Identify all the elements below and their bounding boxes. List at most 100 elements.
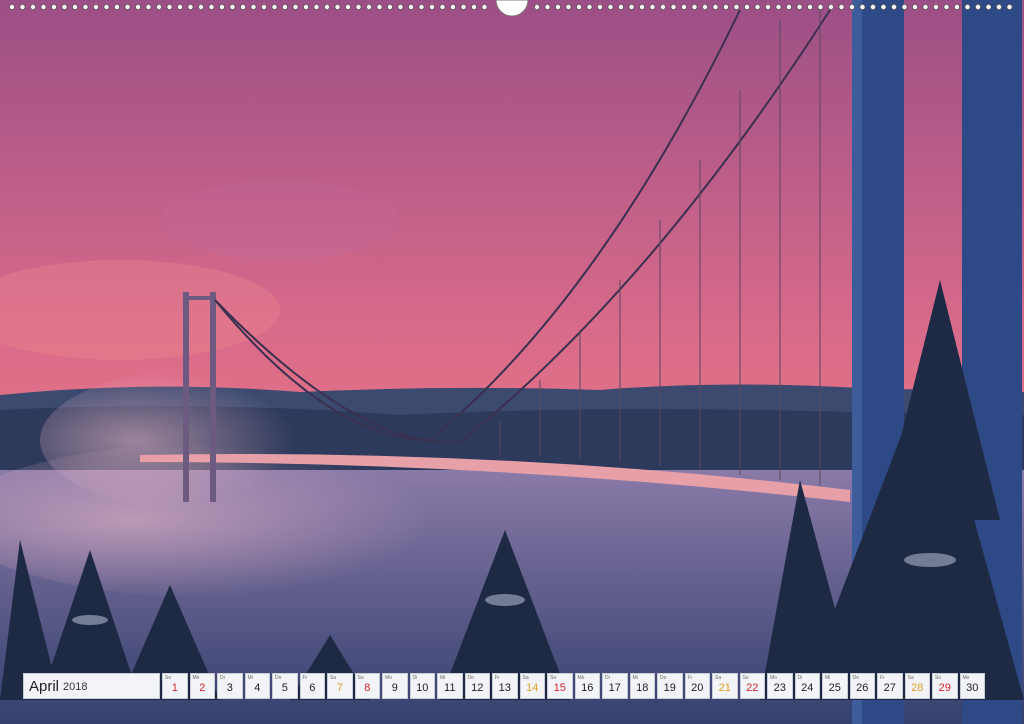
day-number: 4 [254,682,261,694]
weekday-label: Fr [302,675,308,681]
day-cell: So 1 [162,673,188,699]
day-number: 29 [938,682,951,694]
binding-ring [103,4,110,10]
weekday-label: Do [852,675,859,681]
day-cell: Mo 2 [189,673,215,699]
weekday-label: Mo [962,675,970,681]
day-cells: So 1 Mo 2 Di 3 Mi 4 Do 5 Fr 6 Sa 7 So 8 Mo 9 Di 10 Mi 11 Do 12 F… [162,673,985,699]
spiral-binding [8,0,1013,16]
binding-ring [597,4,604,10]
day-cell: Mo 16 [574,673,600,699]
day-number: 3 [226,682,233,694]
binding-ring [407,4,414,10]
binding-ring [744,4,751,10]
day-number: 9 [391,682,398,694]
day-cell: Fr 6 [299,673,325,699]
binding-ring [260,4,267,10]
day-cell: Di 10 [409,673,435,699]
binding-ring [82,4,89,10]
day-number: 8 [364,682,371,694]
day-number: 14 [526,682,539,694]
binding-ring [334,4,341,10]
day-cell: Sa 28 [904,673,930,699]
binding-ring [439,4,446,10]
day-number: 7 [336,682,343,694]
day-number: 25 [828,682,841,694]
binding-ring [250,4,257,10]
binding-ring [418,4,425,10]
day-cell: Fr 20 [684,673,710,699]
day-number: 10 [416,682,429,694]
binding-ring [218,4,225,10]
weekday-label: Sa [522,675,529,681]
day-number: 18 [636,682,649,694]
binding-ring [166,4,173,10]
binding-ring [985,4,992,10]
binding-ring [828,4,835,10]
binding-ring [176,4,183,10]
day-number: 27 [883,682,896,694]
binding-ring [40,4,47,10]
binding-ring [870,4,877,10]
binding-ring [386,4,393,10]
binding-ring [8,4,15,10]
binding-ring [565,4,572,10]
binding-ring [775,4,782,10]
weekday-label: Mo [770,675,777,681]
day-number: 28 [911,682,924,694]
day-number: 1 [171,682,178,694]
weekday-label: Fr [687,675,693,681]
binding-ring [281,4,288,10]
weekday-label: So [742,675,749,681]
binding-ring [134,4,141,10]
binding-ring [891,4,898,10]
binding-ring [922,4,929,10]
weekday-label: Fr [880,675,885,681]
weekday-label: Mo [385,675,392,681]
binding-ring [61,4,68,10]
day-cell: Di 3 [217,673,243,699]
binding-ring [943,4,950,10]
binding-ring [807,4,814,10]
binding-ring [954,4,961,10]
day-cell: So 22 [739,673,765,699]
binding-ring [660,4,667,10]
weekday-label: Mi [632,675,638,681]
binding-ring [208,4,215,10]
day-cell: Sa 7 [327,673,353,699]
binding-ring [618,4,625,10]
day-number: 12 [471,682,484,694]
binding-ring [29,4,36,10]
month-year: 2018 [63,681,88,693]
day-cell: Sa 14 [519,673,545,699]
month-name: April [29,677,60,695]
day-cell: Mi 4 [244,673,270,699]
weekday-label: Sa [330,675,337,681]
weekday-label: Di [412,675,418,681]
binding-ring [555,4,562,10]
day-cell: Fr 27 [877,673,903,699]
weekday-label: Mi [440,675,446,681]
day-cell: Mi 11 [437,673,463,699]
weekday-label: Mo [577,675,585,681]
day-cell: Di 17 [602,673,628,699]
day-cell: So 8 [354,673,380,699]
binding-ring [670,4,677,10]
day-cell: So 15 [547,673,573,699]
binding-ring [754,4,761,10]
binding-ring [838,4,845,10]
binding-ring [376,4,383,10]
day-cell: So 29 [932,673,958,699]
binding-ring [365,4,372,10]
binding-ring [723,4,730,10]
binding-ring [628,4,635,10]
day-cell: Di 24 [794,673,820,699]
binding-ring [849,4,856,10]
binding-ring [691,4,698,10]
binding-ring [544,4,551,10]
binding-ring [313,4,320,10]
weekday-label: Mo [192,675,200,681]
binding-ring [93,4,100,10]
binding-ring [786,4,793,10]
day-number: 24 [801,682,814,694]
